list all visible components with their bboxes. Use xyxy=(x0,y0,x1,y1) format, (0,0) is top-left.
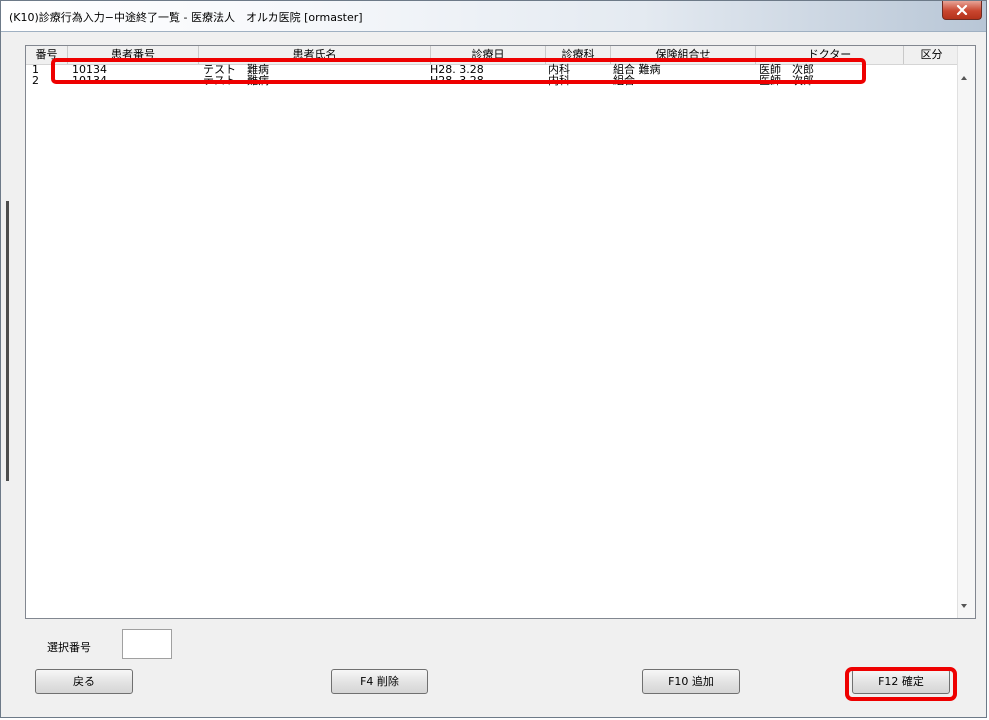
select-number-label: 選択番号 xyxy=(47,641,91,654)
close-button[interactable] xyxy=(942,1,982,20)
row-highlight-annotation xyxy=(51,58,866,84)
left-edge-marker xyxy=(6,201,9,481)
main-window: (K10)診療行為入力−中途終了一覧 - 医療法人 オルカ医院 [ormaste… xyxy=(0,0,987,718)
delete-button[interactable]: F4 削除 xyxy=(331,669,428,694)
button-highlight-annotation xyxy=(845,667,957,701)
scroll-down-icon[interactable] xyxy=(961,604,967,608)
vertical-scrollbar[interactable] xyxy=(957,46,975,618)
cell-number: 2 xyxy=(32,74,39,87)
window-title: (K10)診療行為入力−中途終了一覧 - 医療法人 オルカ医院 [ormaste… xyxy=(9,11,363,24)
close-icon xyxy=(956,5,968,15)
column-header-category[interactable]: 区分 xyxy=(904,46,959,64)
select-number-input[interactable] xyxy=(122,629,172,659)
add-button[interactable]: F10 追加 xyxy=(642,669,740,694)
scroll-up-icon[interactable] xyxy=(961,76,967,80)
title-bar: (K10)診療行為入力−中途終了一覧 - 医療法人 オルカ医院 [ormaste… xyxy=(1,1,986,32)
incomplete-list-table[interactable]: 番号 患者番号 患者氏名 診療日 診療科 保険組合せ ドクター 区分 1 101… xyxy=(25,45,976,619)
back-button[interactable]: 戻る xyxy=(35,669,133,694)
